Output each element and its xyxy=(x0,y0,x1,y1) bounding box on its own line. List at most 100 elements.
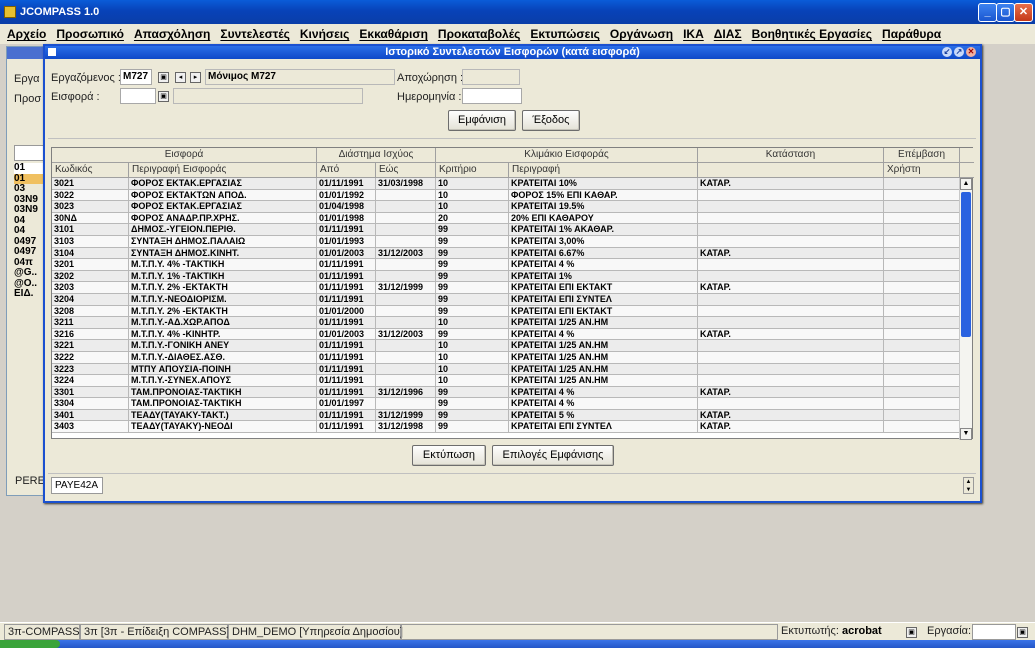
cell-criterion[interactable]: 10 xyxy=(436,340,509,351)
cell-status[interactable] xyxy=(698,351,884,363)
table-row[interactable]: 3204 Μ.Τ.Π.Υ.-ΝΕΟΔΙΟΡΙΣΜ. 01/11/1991 99 ΚΡΑΤ… xyxy=(52,293,960,306)
cell-description[interactable]: ΣΥΝΤΑΞΗ ΔΗΜΟΣ.ΚΙΝΗΤ. xyxy=(129,247,317,259)
cell-user[interactable] xyxy=(884,409,960,421)
cell-description[interactable]: Μ.Τ.Π.Υ.-ΣΥΝΕΧ.ΑΠΟΥΣ xyxy=(129,375,317,386)
table-row[interactable]: 3103 ΣΥΝΤΑΞΗ ΔΗΜΟΣ.ΠΑΛΑΙΩ 01/01/1993 99 ΚΡΑΤ… xyxy=(52,235,960,248)
scroll-thumb[interactable] xyxy=(961,192,971,337)
dialog-title-bar[interactable]: Ιστορικό Συντελεστών Εισφορών (κατά εισφ… xyxy=(45,46,980,59)
minimize-icon[interactable]: _ xyxy=(978,3,997,22)
maximize-icon[interactable]: ▢ xyxy=(996,3,1015,22)
cell-criterion[interactable]: 99 xyxy=(436,398,509,409)
cell-description[interactable]: ΤΕΑΔΥ(ΤΑΥΑΚΥ)-ΝΕΟΔΙ xyxy=(129,421,317,433)
cell-from[interactable]: 01/11/1991 xyxy=(317,259,376,270)
cell-status[interactable] xyxy=(698,224,884,235)
cell-description[interactable]: ΣΥΝΤΑΞΗ ΔΗΜΟΣ.ΠΑΛΑΙΩ xyxy=(129,235,317,247)
cell-status[interactable]: ΚΑΤΑΡ. xyxy=(698,421,884,433)
cell-description[interactable]: ΤΕΑΔΥ(ΤΑΥΑΚΥ-ΤΑΚΤ.) xyxy=(129,409,317,421)
cell-status[interactable] xyxy=(698,398,884,409)
cell-to[interactable] xyxy=(376,212,436,224)
cell-criterion[interactable]: 99 xyxy=(436,247,509,259)
cell-from[interactable]: 01/04/1998 xyxy=(317,201,376,212)
cell-code[interactable]: 3202 xyxy=(52,270,129,282)
cell-status[interactable] xyxy=(698,270,884,282)
cell-description[interactable]: ΦΟΡΟΣ ΕΚΤΑΚ.ΕΡΓΑΣΙΑΣ xyxy=(129,178,317,189)
cell-criterion[interactable]: 99 xyxy=(436,259,509,270)
cell-bracket-description[interactable]: ΚΡΑΤΕΙΤΑΙ 1/25 ΑΝ.ΗΜ xyxy=(509,317,698,328)
cell-user[interactable] xyxy=(884,270,960,282)
cell-user[interactable] xyxy=(884,235,960,247)
cell-code[interactable]: 3021 xyxy=(52,178,129,189)
cell-description[interactable]: ΜΤΠΥ ΑΠΟΥΣΙΑ-ΠΟΙΝΗ xyxy=(129,363,317,375)
cell-from[interactable]: 01/11/1991 xyxy=(317,363,376,375)
cell-description[interactable]: Μ.Τ.Π.Υ.-ΓΟΝΙΚΗ ΑΝΕΥ xyxy=(129,340,317,351)
menu-employment[interactable]: Απασχόληση xyxy=(134,27,210,41)
dialog-restore-icon[interactable]: ↙ xyxy=(942,47,952,57)
cell-description[interactable]: Μ.Τ.Π.Υ.-ΔΙΑΘΕΣ.ΑΣΘ. xyxy=(129,351,317,363)
table-row[interactable]: 3222 Μ.Τ.Π.Υ.-ΔΙΑΘΕΣ.ΑΣΘ. 01/11/1991 10 ΚΡΑΤ… xyxy=(52,351,960,364)
menu-windows[interactable]: Παράθυρα xyxy=(882,27,941,41)
column-header-description[interactable]: Περιγραφή Εισφοράς xyxy=(129,163,317,178)
cell-to[interactable]: 31/12/2003 xyxy=(376,328,436,340)
cell-to[interactable]: 31/12/2003 xyxy=(376,247,436,259)
cell-user[interactable] xyxy=(884,386,960,398)
cell-code[interactable]: 3224 xyxy=(52,375,129,386)
contribution-search-icon[interactable]: ▣ xyxy=(158,91,169,102)
cell-bracket-description[interactable]: ΚΡΑΤΕΙΤΑΙ 1/25 ΑΝ.ΗΜ xyxy=(509,363,698,375)
table-row[interactable]: 3022 ΦΟΡΟΣ ΕΚΤΑΚΤΩΝ ΑΠΟΔ. 01/01/1992 10 ΦΟΡΟ… xyxy=(52,189,960,202)
table-row[interactable]: 3202 Μ.Τ.Π.Υ. 1% -ΤΑΚΤΙΚΗ 01/11/1991 99 ΚΡΑΤ… xyxy=(52,270,960,283)
cell-criterion[interactable]: 99 xyxy=(436,224,509,235)
cell-to[interactable] xyxy=(376,235,436,247)
cell-status[interactable]: ΚΑΤΑΡ. xyxy=(698,328,884,340)
cell-bracket-description[interactable]: ΚΡΑΤΕΙΤΑΙ ΕΠΙ ΣΥΝΤΕΛ xyxy=(509,421,698,433)
cell-status[interactable]: ΚΑΤΑΡ. xyxy=(698,247,884,259)
cell-to[interactable]: 31/12/1998 xyxy=(376,421,436,433)
cell-criterion[interactable]: 10 xyxy=(436,201,509,212)
cell-status[interactable] xyxy=(698,363,884,375)
cell-bracket-description[interactable]: ΚΡΑΤΕΙΤΑΙ 19.5% xyxy=(509,201,698,212)
cell-to[interactable] xyxy=(376,398,436,409)
table-row[interactable]: 3301 ΤΑΜ.ΠΡΟΝΟΙΑΣ-ΤΑΚΤΙΚΗ 01/11/1991 31/12/… xyxy=(52,386,960,399)
table-row[interactable]: 3223 ΜΤΠΥ ΑΠΟΥΣΙΑ-ΠΟΙΝΗ 01/11/1991 10 ΚΡΑΤΕΙ… xyxy=(52,363,960,376)
cell-from[interactable]: 01/11/1991 xyxy=(317,317,376,328)
table-row[interactable]: 30ΝΔ ΦΟΡΟΣ ΑΝΑΔΡ.ΠΡ.ΧΡΗΣ. 01/01/1998 20 20% … xyxy=(52,212,960,225)
cell-criterion[interactable]: 99 xyxy=(436,305,509,317)
cell-description[interactable]: Μ.Τ.Π.Υ. 4% -ΤΑΚΤΙΚΗ xyxy=(129,259,317,270)
cell-status[interactable]: ΚΑΤΑΡ. xyxy=(698,386,884,398)
print-button[interactable]: Εκτύπωση xyxy=(412,445,486,466)
column-header-code[interactable]: Κωδικός xyxy=(52,163,129,178)
cell-user[interactable] xyxy=(884,398,960,409)
cell-bracket-description[interactable]: ΚΡΑΤΕΙΤΑΙ 1/25 ΑΝ.ΗΜ xyxy=(509,375,698,386)
cell-user[interactable] xyxy=(884,421,960,433)
scroll-down-icon[interactable]: ▼ xyxy=(960,428,972,440)
cell-code[interactable]: 3203 xyxy=(52,282,129,293)
cell-bracket-description[interactable]: 20% ΕΠΙ ΚΑΘΑΡΟΥ xyxy=(509,212,698,224)
table-row[interactable]: 3221 Μ.Τ.Π.Υ.-ΓΟΝΙΚΗ ΑΝΕΥ 01/11/1991 10 ΚΡΑΤ… xyxy=(52,340,960,352)
cell-code[interactable]: 3022 xyxy=(52,189,129,201)
task-select-icon[interactable]: ▣ xyxy=(1017,627,1028,638)
cell-to[interactable] xyxy=(376,363,436,375)
cell-from[interactable]: 01/11/1991 xyxy=(317,340,376,351)
footer-spinner-icon[interactable]: ▲ ▼ xyxy=(963,477,974,494)
menu-utilities[interactable]: Βοηθητικές Εργασίες xyxy=(752,27,872,41)
cell-to[interactable] xyxy=(376,189,436,201)
column-header-to[interactable]: Εώς xyxy=(376,163,436,178)
previous-employee-icon[interactable]: ◂ xyxy=(175,72,186,83)
cell-code[interactable]: 3222 xyxy=(52,351,129,363)
cell-code[interactable]: 3023 xyxy=(52,201,129,212)
contribution-field[interactable] xyxy=(120,88,156,104)
cell-from[interactable]: 01/01/1998 xyxy=(317,212,376,224)
cell-description[interactable]: ΤΑΜ.ΠΡΟΝΟΙΑΣ-ΤΑΚΤΙΚΗ xyxy=(129,398,317,409)
cell-from[interactable]: 01/11/1991 xyxy=(317,270,376,282)
cell-code[interactable]: 3204 xyxy=(52,293,129,305)
cell-from[interactable]: 01/11/1991 xyxy=(317,293,376,305)
cell-description[interactable]: ΦΟΡΟΣ ΕΚΤΑΚ.ΕΡΓΑΣΙΑΣ xyxy=(129,201,317,212)
cell-bracket-description[interactable]: ΚΡΑΤΕΙΤΑΙ 5 % xyxy=(509,409,698,421)
cell-status[interactable] xyxy=(698,305,884,317)
cell-criterion[interactable]: 99 xyxy=(436,328,509,340)
scroll-up-icon[interactable]: ▲ xyxy=(960,178,972,190)
cell-to[interactable]: 31/03/1998 xyxy=(376,178,436,189)
cell-to[interactable] xyxy=(376,375,436,386)
cell-to[interactable] xyxy=(376,270,436,282)
cell-to[interactable] xyxy=(376,340,436,351)
cell-code[interactable]: 3211 xyxy=(52,317,129,328)
